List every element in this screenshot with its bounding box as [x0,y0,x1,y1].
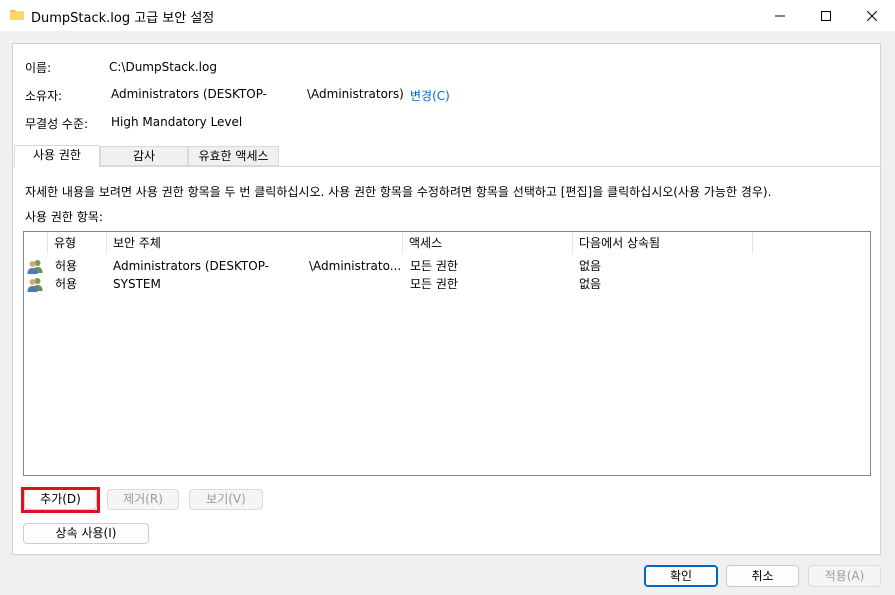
tab-divider [12,166,881,167]
row-principal-suffix: \Administrato... [309,259,402,273]
instructions-text: 자세한 내용을 보려면 사용 권한 항목을 두 번 클릭하십시오. 사용 권한 … [25,185,772,199]
row-principal: SYSTEM [113,277,161,291]
row-type: 허용 [55,259,78,273]
apply-button[interactable]: 적용(A) [808,565,881,587]
maximize-button[interactable] [803,0,849,31]
column-header-inherited-from[interactable]: 다음에서 상속됨 [573,232,753,254]
table-row[interactable]: 허용 Administrators (DESKTOP- \Administrat… [24,257,870,275]
remove-button[interactable]: 제거(R) [107,489,179,510]
owner-value-suffix: \Administrators) [307,87,404,101]
name-value[interactable]: C:\DumpStack.log [109,58,259,76]
entries-label: 사용 권한 항목: [25,210,103,224]
folder-icon [10,10,24,20]
close-button[interactable] [849,0,895,31]
cancel-button[interactable]: 취소 [726,565,799,587]
row-inherited-from: 없음 [579,277,602,291]
row-access: 모든 권한 [410,259,458,273]
owner-label: 소유자: [25,89,63,103]
column-header-access[interactable]: 액세스 [403,232,573,254]
add-button-highlight [21,487,100,513]
table-row[interactable]: 허용 SYSTEM 모든 권한 없음 [24,275,870,293]
row-inherited-from: 없음 [579,259,602,273]
row-access: 모든 권한 [410,277,458,291]
enable-inheritance-button[interactable]: 상속 사용(I) [23,523,149,544]
name-label: 이름: [25,61,52,75]
column-header-icon [24,232,48,254]
permission-entries-list[interactable]: 유형 보안 주체 액세스 다음에서 상속됨 허용 Administrators … [23,231,871,476]
tab-auditing[interactable]: 감사 [100,146,188,166]
integrity-value: High Mandatory Level [111,115,243,129]
integrity-label: 무결성 수준: [25,117,89,131]
minimize-icon [775,15,785,16]
close-icon [867,10,877,21]
column-header-principal[interactable]: 보안 주체 [107,232,403,254]
window-title: DumpStack.log 고급 보안 설정 [31,11,215,26]
owner-value: Administrators (DESKTOP- [111,87,268,101]
row-principal: Administrators (DESKTOP- [113,259,270,273]
column-header-type[interactable]: 유형 [48,232,107,254]
ok-button[interactable]: 확인 [644,565,718,587]
users-icon [27,260,43,274]
row-type: 허용 [55,277,78,291]
change-owner-link[interactable]: 변경(C) [410,87,450,104]
minimize-button[interactable] [757,0,803,31]
users-icon [27,278,43,292]
tab-effective-access[interactable]: 유효한 액세스 [188,146,279,166]
tab-permissions[interactable]: 사용 권한 [14,145,100,167]
maximize-icon [821,10,831,21]
view-button[interactable]: 보기(V) [189,489,263,510]
